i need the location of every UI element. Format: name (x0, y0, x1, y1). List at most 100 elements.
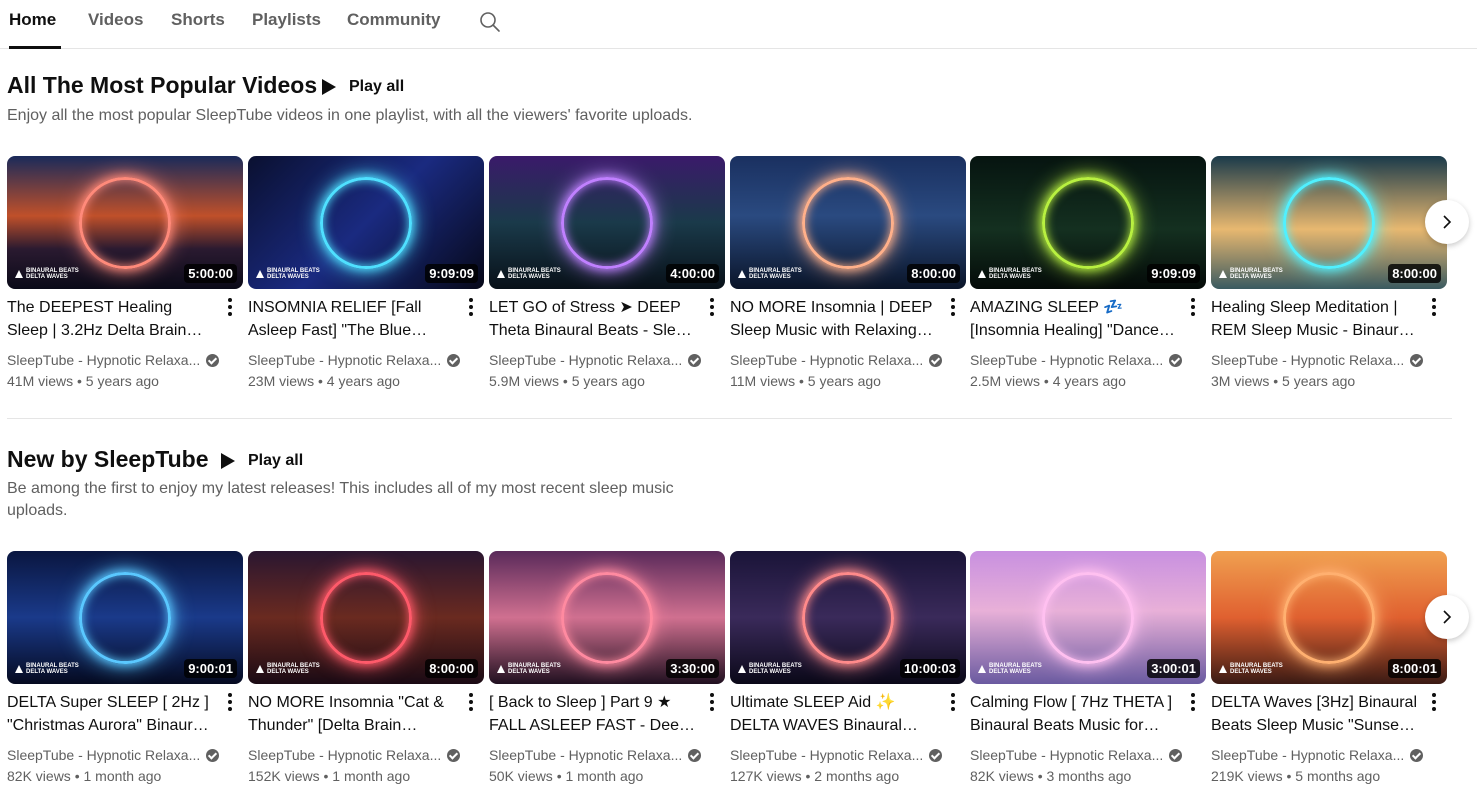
glow-ring-graphic (802, 572, 894, 664)
video-card[interactable]: BINAURAL BEATS DELTA WAVES 9:09:09 AMAZI… (970, 156, 1206, 396)
video-thumbnail[interactable]: BINAURAL BEATS DELTA WAVES 4:00:00 (489, 156, 725, 289)
glow-ring-graphic (320, 572, 412, 664)
glow-ring-graphic (1042, 177, 1134, 269)
glow-ring-graphic (320, 177, 412, 269)
video-card[interactable]: BINAURAL BEATS DELTA WAVES 8:00:00 Heali… (1211, 156, 1447, 396)
video-thumbnail[interactable]: BINAURAL BEATS DELTA WAVES 8:00:01 (1211, 551, 1447, 684)
video-thumbnail[interactable]: BINAURAL BEATS DELTA WAVES 9:09:09 (970, 156, 1206, 289)
brand-line: DELTA WAVES (267, 274, 309, 280)
video-title[interactable]: The DEEPEST Healing Sleep | 3.2Hz Delta … (7, 296, 215, 342)
next-arrow-button[interactable] (1425, 595, 1469, 639)
play-icon (322, 79, 336, 95)
video-title[interactable]: Healing Sleep Meditation | REM Sleep Mus… (1211, 296, 1419, 342)
channel-name-link[interactable]: SleepTube - Hypnotic Relaxa... (1211, 747, 1424, 763)
tab-home[interactable]: Home (9, 10, 61, 49)
channel-name: SleepTube - Hypnotic Relaxa... (970, 747, 1164, 763)
glow-ring-graphic (1283, 177, 1375, 269)
verified-badge-icon (929, 353, 943, 367)
video-thumbnail[interactable]: BINAURAL BEATS DELTA WAVES 3:30:00 (489, 551, 725, 684)
search-icon[interactable] (478, 10, 502, 34)
more-actions-icon[interactable] (1427, 297, 1441, 317)
more-actions-icon[interactable] (464, 692, 478, 712)
channel-name: SleepTube - Hypnotic Relaxa... (730, 352, 924, 368)
glow-ring-graphic (79, 177, 171, 269)
more-actions-icon[interactable] (946, 692, 960, 712)
more-actions-icon[interactable] (705, 692, 719, 712)
verified-badge-icon (1169, 353, 1183, 367)
video-thumbnail[interactable]: BINAURAL BEATS DELTA WAVES 3:00:01 (970, 551, 1206, 684)
video-thumbnail[interactable]: BINAURAL BEATS DELTA WAVES 5:00:00 (7, 156, 243, 289)
video-title[interactable]: NO MORE Insomnia | DEEP Sleep Music with… (730, 296, 938, 342)
video-meta: 3M views • 5 years ago (1211, 373, 1356, 389)
next-arrow-button[interactable] (1425, 200, 1469, 244)
channel-name-link[interactable]: SleepTube - Hypnotic Relaxa... (730, 747, 943, 763)
video-card[interactable]: BINAURAL BEATS DELTA WAVES 10:00:03 Ulti… (730, 551, 966, 791)
glow-ring-graphic (561, 572, 653, 664)
video-card[interactable]: BINAURAL BEATS DELTA WAVES 8:00:00 NO MO… (730, 156, 966, 396)
channel-name-link[interactable]: SleepTube - Hypnotic Relaxa... (970, 352, 1183, 368)
video-title[interactable]: Ultimate SLEEP Aid ✨ DELTA WAVES Binaura… (730, 691, 938, 737)
duration-badge: 9:09:09 (1147, 264, 1200, 283)
tab-playlists[interactable]: Playlists (252, 10, 321, 48)
video-title[interactable]: NO MORE Insomnia "Cat & Thunder" [Delta … (248, 691, 456, 737)
more-actions-icon[interactable] (1186, 692, 1200, 712)
video-card[interactable]: BINAURAL BEATS DELTA WAVES 4:00:00 LET G… (489, 156, 725, 396)
video-title[interactable]: DELTA Waves [3Hz] Binaural Beats Sleep M… (1211, 691, 1419, 737)
more-actions-icon[interactable] (223, 692, 237, 712)
section-divider (7, 418, 1452, 419)
glow-ring-graphic (79, 572, 171, 664)
chevron-right-icon (1443, 610, 1452, 624)
channel-name-link[interactable]: SleepTube - Hypnotic Relaxa... (489, 352, 702, 368)
video-thumbnail[interactable]: BINAURAL BEATS DELTA WAVES 9:00:01 (7, 551, 243, 684)
duration-badge: 8:00:00 (907, 264, 960, 283)
video-title[interactable]: INSOMNIA RELIEF [Fall Asleep Fast] "The … (248, 296, 456, 342)
video-thumbnail[interactable]: BINAURAL BEATS DELTA WAVES 10:00:03 (730, 551, 966, 684)
video-title[interactable]: LET GO of Stress ➤ DEEP Theta Binaural B… (489, 296, 697, 342)
channel-name-link[interactable]: SleepTube - Hypnotic Relaxa... (730, 352, 943, 368)
more-actions-icon[interactable] (1427, 692, 1441, 712)
video-title[interactable]: DELTA Super SLEEP [ 2Hz ] "Christmas Aur… (7, 691, 215, 737)
video-thumbnail[interactable]: BINAURAL BEATS DELTA WAVES 8:00:00 (248, 551, 484, 684)
section-title[interactable]: All The Most Popular Videos (7, 72, 317, 99)
play-all-button[interactable]: Play all (221, 449, 303, 473)
channel-name-link[interactable]: SleepTube - Hypnotic Relaxa... (970, 747, 1183, 763)
video-thumbnail[interactable]: BINAURAL BEATS DELTA WAVES 9:09:09 (248, 156, 484, 289)
triangle-logo-icon (15, 270, 23, 278)
more-actions-icon[interactable] (1186, 297, 1200, 317)
more-actions-icon[interactable] (946, 297, 960, 317)
more-actions-icon[interactable] (464, 297, 478, 317)
channel-name-link[interactable]: SleepTube - Hypnotic Relaxa... (7, 352, 220, 368)
tab-community[interactable]: Community (347, 10, 441, 48)
tab-shorts[interactable]: Shorts (171, 10, 225, 48)
video-thumbnail[interactable]: BINAURAL BEATS DELTA WAVES 8:00:00 (730, 156, 966, 289)
triangle-logo-icon (738, 270, 746, 278)
thumbnail-brand: BINAURAL BEATS DELTA WAVES (978, 663, 1042, 675)
video-card[interactable]: BINAURAL BEATS DELTA WAVES 9:09:09 INSOM… (248, 156, 484, 396)
thumbnail-brand: BINAURAL BEATS DELTA WAVES (15, 268, 79, 280)
tab-videos[interactable]: Videos (88, 10, 143, 48)
video-card[interactable]: BINAURAL BEATS DELTA WAVES 8:00:01 DELTA… (1211, 551, 1447, 791)
video-card[interactable]: BINAURAL BEATS DELTA WAVES 3:00:01 Calmi… (970, 551, 1206, 791)
section-title[interactable]: New by SleepTube (7, 446, 209, 473)
thumbnail-brand: BINAURAL BEATS DELTA WAVES (256, 663, 320, 675)
video-card[interactable]: BINAURAL BEATS DELTA WAVES 8:00:00 NO MO… (248, 551, 484, 791)
video-title[interactable]: AMAZING SLEEP 💤 [Insomnia Healing] "Danc… (970, 296, 1178, 342)
video-card[interactable]: BINAURAL BEATS DELTA WAVES 3:30:00 [ Bac… (489, 551, 725, 791)
channel-name-link[interactable]: SleepTube - Hypnotic Relaxa... (1211, 352, 1424, 368)
video-title[interactable]: [ Back to Sleep ] Part 9 ★ FALL ASLEEP F… (489, 691, 697, 737)
channel-name-link[interactable]: SleepTube - Hypnotic Relaxa... (489, 747, 702, 763)
video-title[interactable]: Calming Flow [ 7Hz THETA ] Binaural Beat… (970, 691, 1178, 737)
thumbnail-brand: BINAURAL BEATS DELTA WAVES (978, 268, 1042, 280)
play-all-button[interactable]: Play all (322, 75, 404, 99)
channel-tabs: Home Videos Shorts Playlists Community (0, 0, 1477, 49)
more-actions-icon[interactable] (223, 297, 237, 317)
channel-name-link[interactable]: SleepTube - Hypnotic Relaxa... (248, 747, 461, 763)
more-actions-icon[interactable] (705, 297, 719, 317)
channel-name-link[interactable]: SleepTube - Hypnotic Relaxa... (248, 352, 461, 368)
play-icon (221, 453, 235, 469)
channel-name-link[interactable]: SleepTube - Hypnotic Relaxa... (7, 747, 220, 763)
video-card[interactable]: BINAURAL BEATS DELTA WAVES 9:00:01 DELTA… (7, 551, 243, 791)
video-card[interactable]: BINAURAL BEATS DELTA WAVES 5:00:00 The D… (7, 156, 243, 396)
video-thumbnail[interactable]: BINAURAL BEATS DELTA WAVES 8:00:00 (1211, 156, 1447, 289)
video-meta: 5.9M views • 5 years ago (489, 373, 645, 389)
